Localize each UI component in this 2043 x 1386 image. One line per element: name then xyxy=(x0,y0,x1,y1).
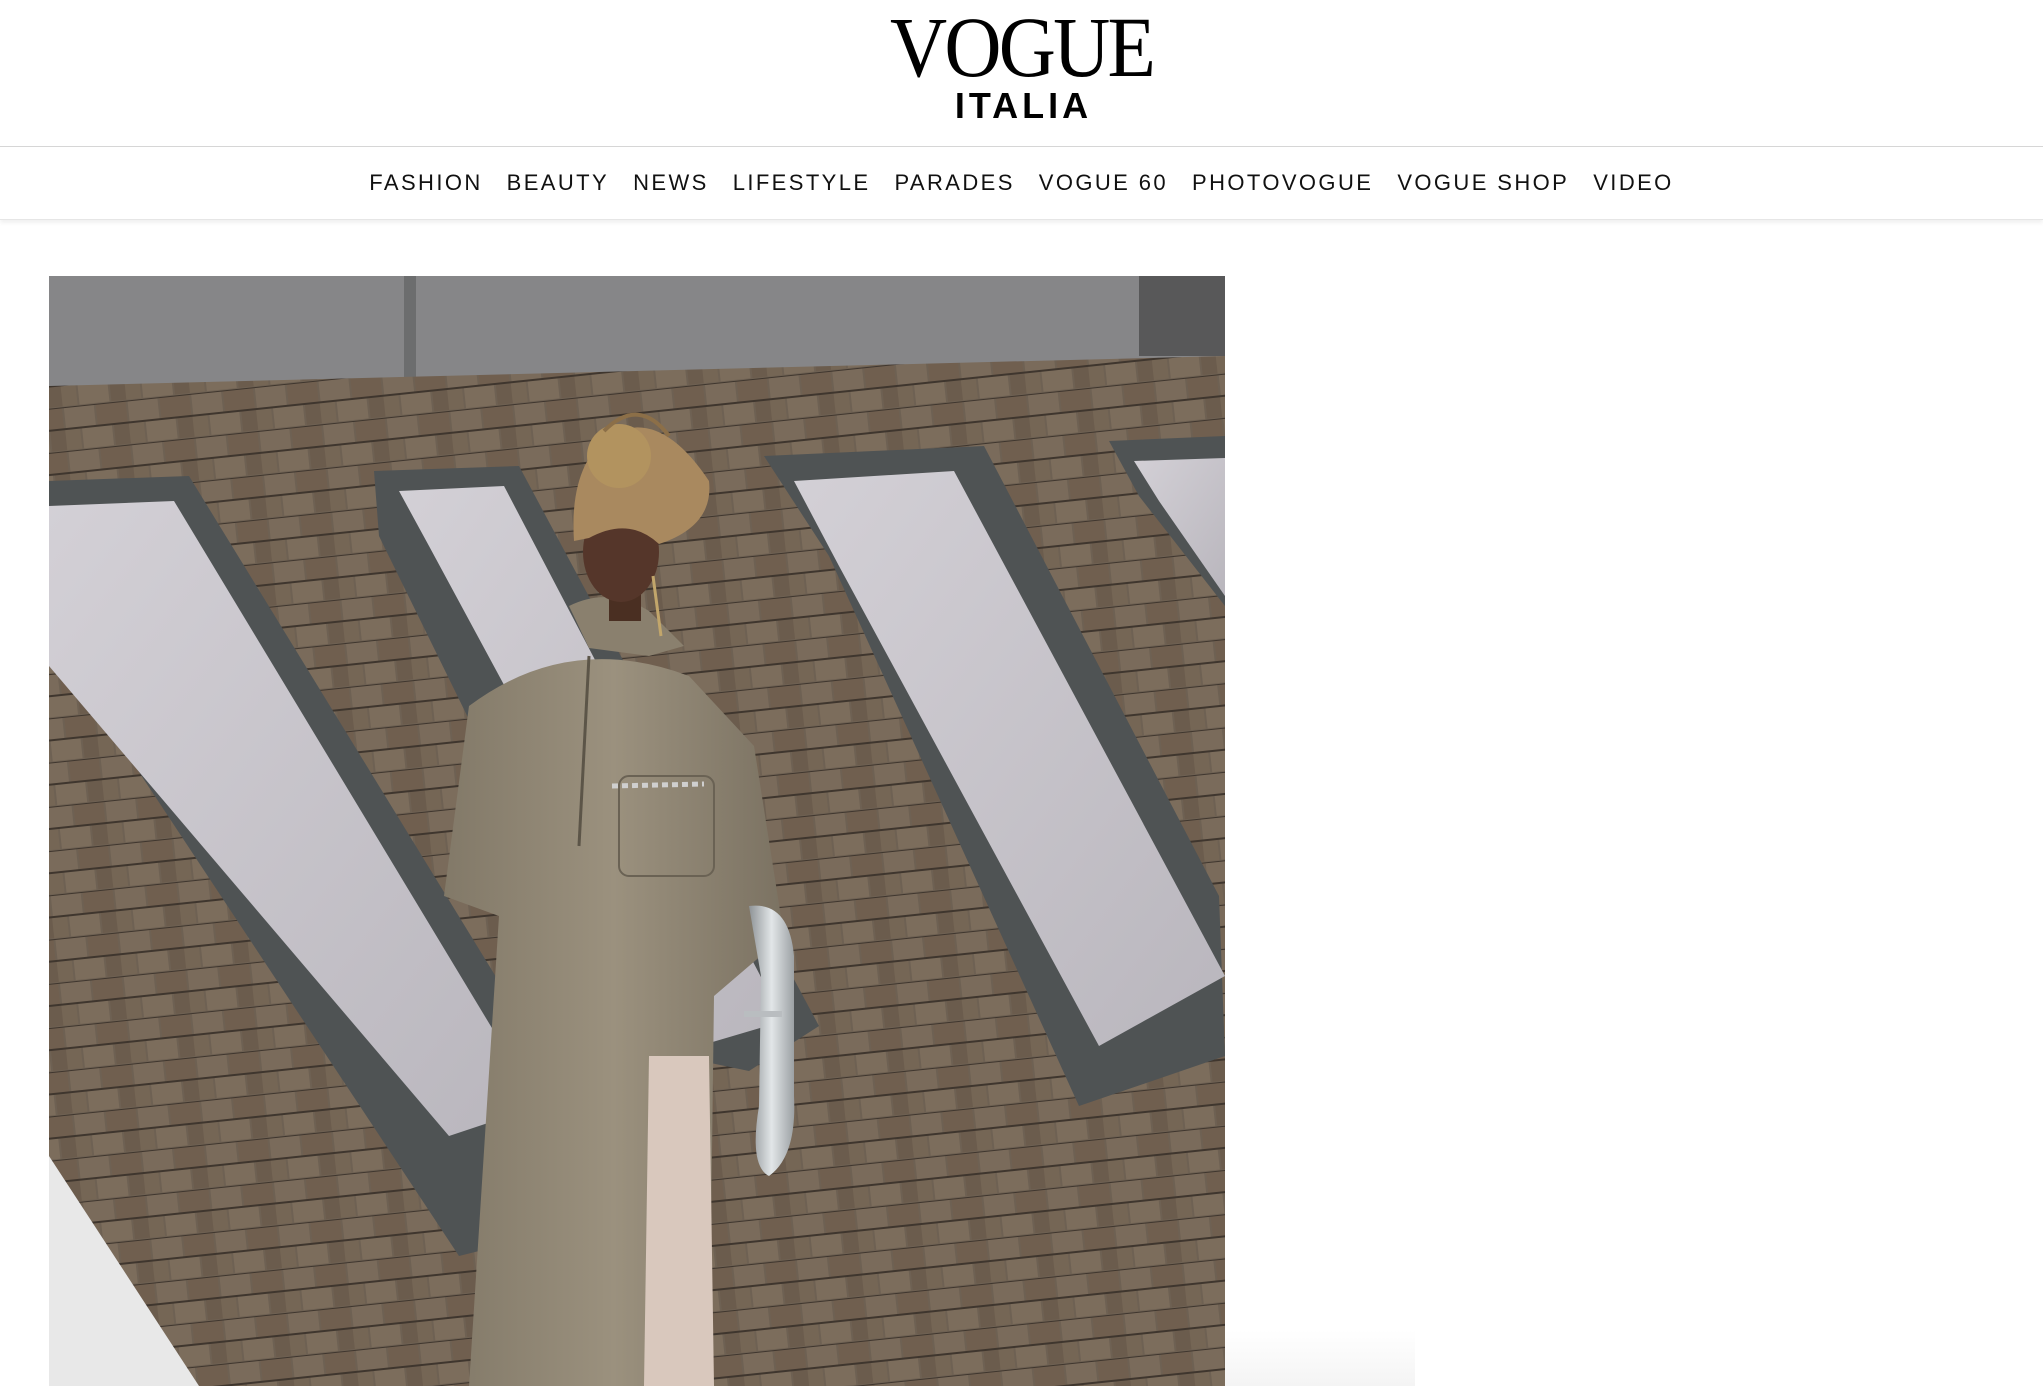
logo-title: VOGUE xyxy=(889,0,1156,95)
nav-item-parades[interactable]: PARADES xyxy=(894,170,1014,196)
nav-item-video[interactable]: VIDEO xyxy=(1593,170,1673,196)
nav-item-vogue-shop[interactable]: VOGUE SHOP xyxy=(1397,170,1569,196)
sidebar-shadow xyxy=(1225,1330,1415,1386)
nav-item-lifestyle[interactable]: LIFESTYLE xyxy=(733,170,871,196)
site-header: VOGUE ITALIA xyxy=(0,0,2043,147)
nav-item-beauty[interactable]: BEAUTY xyxy=(507,170,609,196)
nav-item-photovogue[interactable]: PHOTOVOGUE xyxy=(1192,170,1373,196)
nav-item-news[interactable]: NEWS xyxy=(633,170,709,196)
main-nav: FASHION BEAUTY NEWS LIFESTYLE PARADES VO… xyxy=(0,147,2043,220)
nav-item-fashion[interactable]: FASHION xyxy=(369,170,482,196)
hero-photo-illustration xyxy=(49,276,1225,1386)
hero-fashion-photo[interactable] xyxy=(49,276,1225,1386)
vogue-italia-logo[interactable]: VOGUE ITALIA xyxy=(0,0,2043,126)
nav-item-vogue-60[interactable]: VOGUE 60 xyxy=(1039,170,1168,196)
nav-list: FASHION BEAUTY NEWS LIFESTYLE PARADES VO… xyxy=(0,147,2043,219)
